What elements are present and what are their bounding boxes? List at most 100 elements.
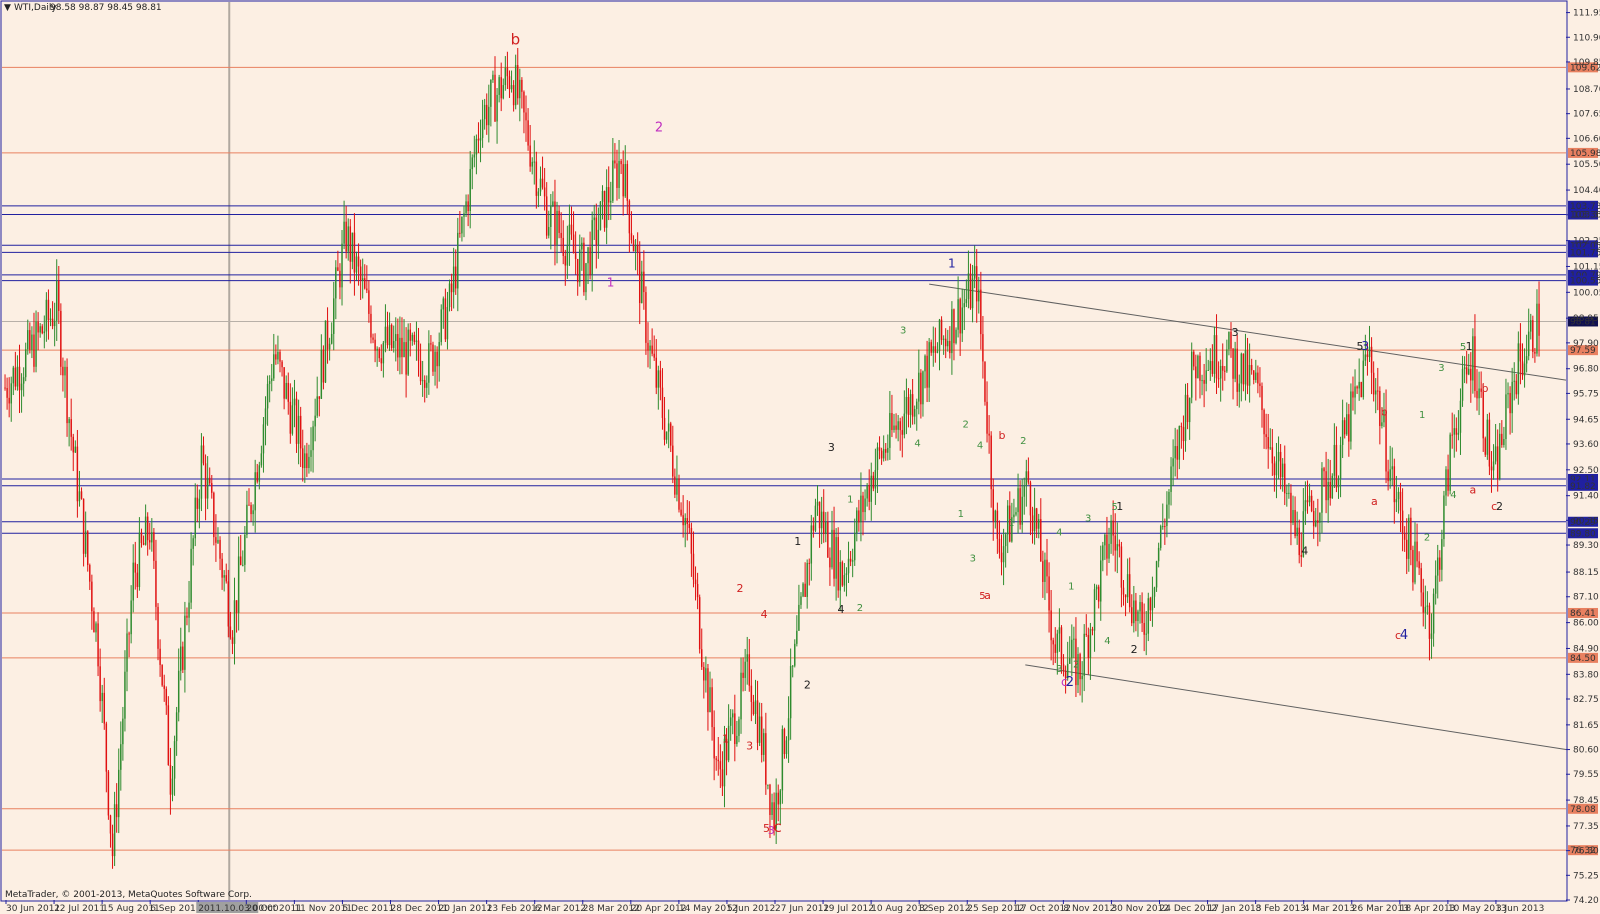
candle-body — [601, 190, 604, 202]
candle-body — [1248, 365, 1251, 386]
candle-body — [1511, 381, 1513, 414]
candle-body — [620, 160, 622, 165]
candle-body — [926, 355, 928, 388]
candle-body — [1017, 488, 1019, 513]
candle-body — [686, 518, 689, 524]
candle-body — [436, 351, 438, 367]
candle-body — [285, 382, 287, 399]
wave-label: 1 — [1116, 500, 1123, 513]
candle-body — [1408, 517, 1410, 559]
candle-body — [130, 600, 132, 635]
candle-body — [1286, 493, 1288, 495]
price-chart[interactable]: 109.62105.98103.73103.36102.05101.75100.… — [0, 0, 1600, 914]
wave-label: 1 — [847, 495, 853, 506]
candle-body — [1104, 534, 1106, 546]
candle-body — [1362, 360, 1365, 398]
candle-body — [1463, 367, 1466, 369]
candle-body — [1281, 463, 1284, 478]
candle-body — [953, 309, 955, 344]
candle-body — [667, 423, 670, 432]
candle-body — [1271, 447, 1274, 464]
wave-label: 1 — [948, 257, 956, 271]
candle-body — [196, 497, 199, 509]
candle-body — [1081, 675, 1083, 680]
candle-body — [295, 398, 298, 444]
wave-label: 1 — [607, 275, 615, 289]
wave-label: 2 — [1131, 643, 1138, 656]
candle-body — [1153, 587, 1156, 597]
candle-body — [93, 611, 95, 633]
candle-body — [1381, 422, 1383, 426]
candle-body — [302, 448, 304, 469]
candle-body — [1073, 638, 1075, 640]
candle-body — [78, 491, 81, 502]
candle-body — [698, 597, 701, 650]
candle-body — [736, 735, 738, 744]
candle-body — [643, 271, 645, 293]
wave-label: b — [1482, 382, 1489, 395]
candle-body — [1335, 444, 1338, 488]
candle-body — [103, 692, 106, 724]
candle-body — [562, 237, 564, 256]
candle-body — [337, 267, 339, 271]
candle-body — [1474, 336, 1476, 391]
candle-body — [887, 447, 889, 453]
candle-body — [655, 357, 657, 388]
candle-body — [1186, 394, 1189, 423]
candle-body — [944, 338, 947, 347]
candle-body — [758, 716, 761, 743]
candle-body — [1232, 348, 1234, 379]
candle-body — [661, 387, 664, 418]
candle-body — [715, 758, 717, 760]
candle-body — [8, 397, 10, 404]
candle-body — [672, 445, 674, 477]
candle-body — [109, 815, 112, 834]
candle-body — [382, 342, 385, 364]
candle-body — [31, 334, 33, 350]
candle-body — [851, 560, 854, 562]
candle-body — [1054, 644, 1056, 653]
candle-body — [634, 245, 637, 252]
candle-body — [853, 533, 856, 561]
candle-body — [1114, 535, 1116, 551]
candle-body — [517, 65, 519, 99]
y-tick-label: 90.35 — [1573, 516, 1599, 526]
candle-body — [1331, 475, 1334, 499]
candle-body — [395, 334, 397, 341]
candle-body — [384, 326, 387, 343]
candle-body — [1246, 350, 1249, 386]
candle-body — [618, 160, 620, 188]
candle-body — [630, 233, 633, 241]
candle-body — [1013, 514, 1015, 518]
candle-body — [157, 606, 159, 649]
wave-label: 2 — [962, 419, 968, 430]
candle-body — [750, 685, 753, 702]
candle-body — [579, 249, 581, 283]
candle-body — [1139, 602, 1141, 612]
candle-body — [897, 421, 899, 430]
wave-label: 4 — [761, 608, 768, 621]
candle-body — [922, 371, 924, 405]
candle-body — [1180, 426, 1183, 428]
candle-body — [287, 382, 289, 402]
wave-label: 3 — [1085, 514, 1091, 525]
y-tick-label: 81.65 — [1573, 721, 1599, 731]
collapse-arrow-icon[interactable]: ▼ — [4, 3, 11, 13]
candle-body — [816, 501, 819, 506]
candle-body — [1058, 627, 1061, 634]
candle-body — [1174, 446, 1176, 459]
candle-body — [1219, 365, 1222, 379]
candle-body — [419, 360, 422, 382]
candle-body — [1135, 600, 1137, 622]
candle-body — [310, 450, 312, 457]
candle-body — [357, 256, 360, 267]
candle-body — [787, 718, 790, 741]
candle-body — [1255, 372, 1257, 380]
candle-body — [1015, 512, 1017, 515]
wave-label: a — [1470, 483, 1477, 496]
candle-body — [492, 74, 494, 80]
candle-body — [490, 79, 492, 107]
candle-body — [1536, 303, 1538, 354]
candle-body — [1228, 331, 1230, 350]
y-tick-label: 100.05 — [1573, 288, 1600, 298]
